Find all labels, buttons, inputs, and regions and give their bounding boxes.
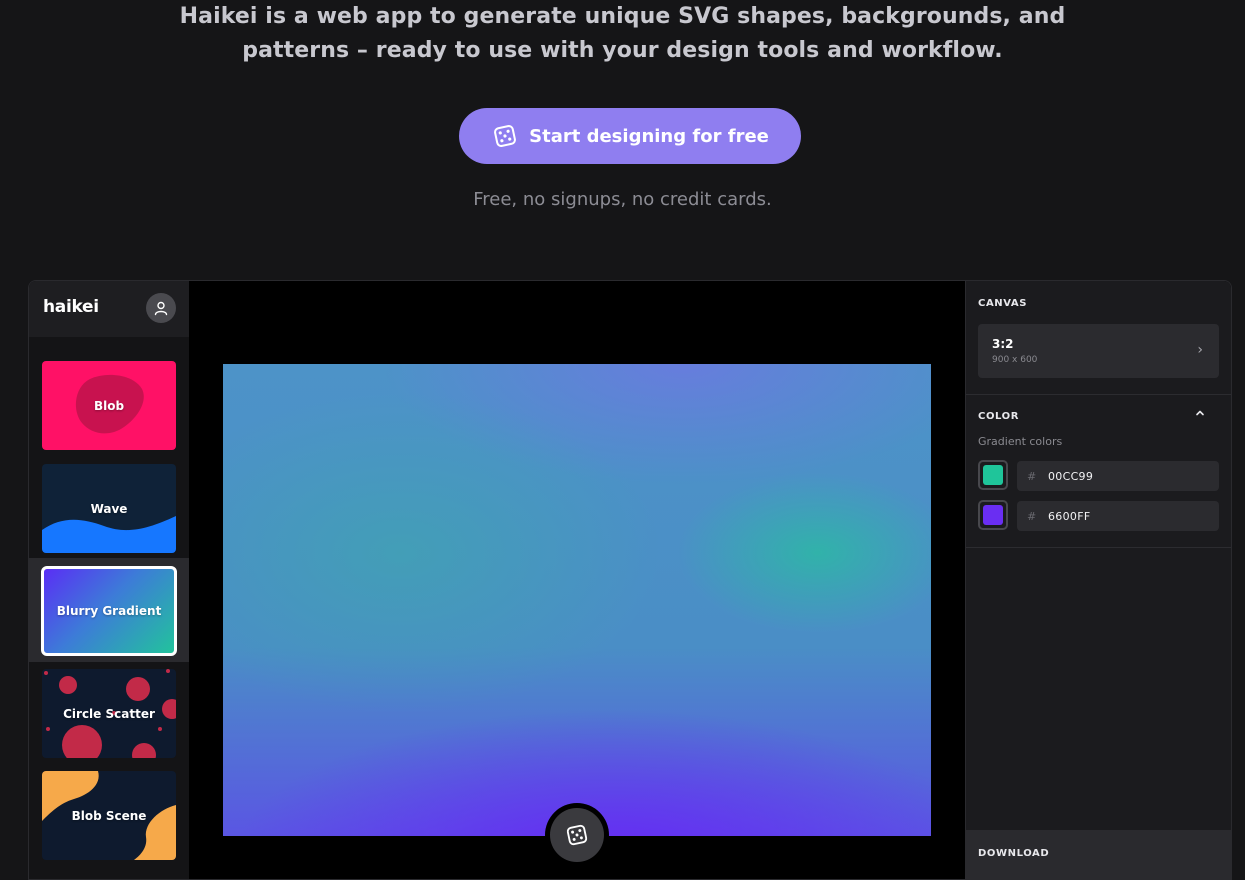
hero-heading-line-1: Haikei is a web app to generate unique S… [179, 4, 1066, 29]
generator-card-blob-scene[interactable]: Blob Scene [42, 771, 176, 860]
tagline: Free, no signups, no credit cards. [473, 189, 772, 210]
hero-heading-line-2: patterns – ready to use with your design… [242, 38, 1003, 63]
generator-sidebar: haikei Blob Wave Blurry Gradient Circle … [29, 281, 189, 879]
hex-input-2[interactable]: # 6600FF [1017, 501, 1219, 531]
chevron-up-icon[interactable] [1192, 405, 1208, 421]
color-swatch-2[interactable] [978, 500, 1008, 530]
settings-panel: CANVAS 3:2 900 x 600 › COLOR Gradient co… [965, 281, 1231, 879]
start-designing-label: Start designing for free [529, 125, 769, 147]
color-section-heading: COLOR [978, 411, 1020, 422]
canvas-ratio: 3:2 [992, 337, 1014, 351]
start-designing-button[interactable]: Start designing for free [459, 108, 801, 164]
generator-card-label: Circle Scatter [63, 706, 155, 721]
sidebar-header: haikei [29, 281, 189, 337]
dice-icon [566, 824, 588, 846]
canvas-dimensions: 900 x 600 [992, 355, 1038, 365]
randomize-button[interactable] [545, 803, 609, 867]
canvas-size-button[interactable]: 3:2 900 x 600 › [978, 324, 1219, 378]
hex-input-1[interactable]: # 00CC99 [1017, 461, 1219, 491]
download-heading: DOWNLOAD [978, 848, 1050, 859]
generator-card-label: Wave [90, 501, 128, 516]
canvas-area [190, 281, 965, 879]
hash-prefix: # [1027, 509, 1037, 523]
chevron-right-icon: › [1197, 342, 1203, 358]
dice-icon [491, 122, 519, 150]
download-section[interactable]: DOWNLOAD [966, 830, 1231, 879]
app-preview-window: haikei Blob Wave Blurry Gradient Circle … [28, 280, 1232, 880]
generator-card-wave[interactable]: Wave [42, 464, 176, 553]
canvas-preview [223, 364, 931, 836]
hex-value: 6600FF [1048, 509, 1091, 523]
hex-value: 00CC99 [1048, 469, 1094, 483]
section-divider [966, 547, 1231, 548]
hash-prefix: # [1027, 469, 1037, 483]
generator-card-circle-scatter[interactable]: Circle Scatter [42, 669, 176, 758]
section-divider [966, 394, 1231, 395]
user-icon [154, 301, 168, 316]
user-account-button[interactable] [146, 293, 176, 323]
generator-card-blurry-gradient[interactable]: Blurry Gradient [41, 566, 177, 656]
gradient-colors-label: Gradient colors [978, 435, 1063, 448]
haikei-logo: haikei [43, 297, 99, 317]
generator-card-label: Blob Scene [71, 808, 147, 823]
generator-card-label: Blurry Gradient [56, 604, 162, 618]
generator-card-blob[interactable]: Blob [42, 361, 176, 450]
generator-card-label: Blob [93, 398, 125, 413]
color-swatch-1[interactable] [978, 460, 1008, 490]
canvas-section-heading: CANVAS [978, 298, 1028, 309]
